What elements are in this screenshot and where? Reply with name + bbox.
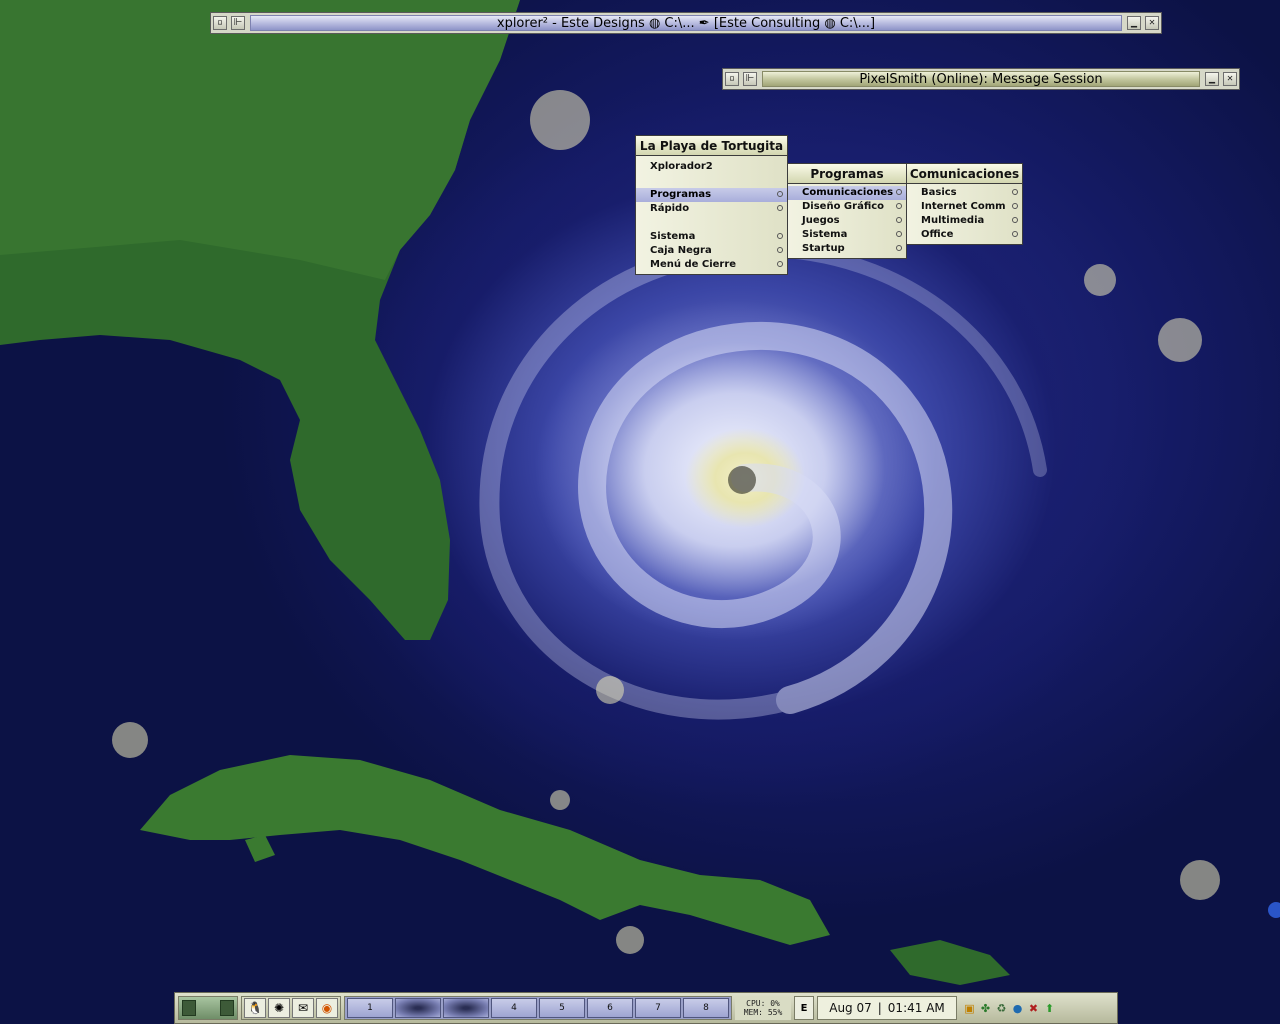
menu-item-label: Caja Negra [650, 245, 712, 256]
recycle-icon[interactable]: ♻ [994, 1000, 1009, 1016]
menu-item-caja-negra[interactable]: Caja Negra [636, 244, 787, 258]
desktop-8-button[interactable]: 8 [683, 998, 729, 1018]
desktop-7-button[interactable]: 7 [635, 998, 681, 1018]
menu-item-comunicaciones[interactable]: Comunicaciones [788, 186, 906, 200]
menu-item-basics[interactable]: Basics [907, 186, 1022, 200]
sun-icon[interactable]: ✺ [268, 998, 290, 1018]
menu-item-sistema[interactable]: Sistema [636, 230, 787, 244]
menu-item-label: Rápido [650, 203, 690, 214]
submenu-arrow-icon [896, 217, 902, 223]
clock-separator: | [877, 1001, 882, 1015]
window-menu-button[interactable]: ▫ [213, 16, 227, 30]
shade-button[interactable]: ⊩ [743, 72, 757, 86]
globe-icon[interactable]: ● [1010, 1000, 1025, 1016]
submenu-arrow-icon [896, 203, 902, 209]
window-title: xplorer² - Este Designs ◍ C:\... ✒ [Este… [250, 15, 1122, 31]
desktop-pager: 1 4 5 6 7 8 [344, 996, 732, 1020]
submenu-arrow-icon [896, 231, 902, 237]
desktop-4-button[interactable]: 4 [491, 998, 537, 1018]
menu-item-label: Comunicaciones [802, 187, 894, 198]
menu-item-label: Multimedia [921, 215, 985, 226]
programas-submenu: Programas Comunicaciones Diseño Gráfico … [787, 163, 907, 259]
menu-item-multimedia[interactable]: Multimedia [907, 214, 1022, 228]
cpu-readout: CPU: 0% [746, 999, 780, 1008]
clock-date: Aug 07 [829, 1001, 872, 1015]
mem-readout: MEM: 55% [743, 1008, 783, 1017]
minimize-button[interactable]: ▁ [1127, 16, 1141, 30]
menu-item-label: Sistema [802, 229, 848, 240]
submenu-arrow-icon [896, 245, 902, 251]
window-title: PixelSmith (Online): Message Session [762, 71, 1200, 87]
menu-item-diseno-grafico[interactable]: Diseño Gráfico [788, 200, 906, 214]
submenu-arrow-icon [896, 189, 902, 195]
desktop-3-button[interactable] [443, 998, 489, 1018]
network-icon[interactable]: ✤ [978, 1000, 993, 1016]
menu-item-label: Internet Comm [921, 201, 1006, 212]
submenu-arrow-icon [1012, 217, 1018, 223]
start-right-icon [220, 1000, 234, 1016]
menu-item-juegos[interactable]: Juegos [788, 214, 906, 228]
minimize-button[interactable]: ▁ [1205, 72, 1219, 86]
comunicaciones-submenu: Comunicaciones Basics Internet Comm Mult… [906, 163, 1023, 245]
comunicaciones-submenu-title: Comunicaciones [907, 164, 1022, 184]
menu-item-label: Programas [650, 189, 712, 200]
menu-item-office[interactable]: Office [907, 228, 1022, 242]
menu-item-rapido[interactable]: Rápido [636, 202, 787, 216]
window-menu-button[interactable]: ▫ [725, 72, 739, 86]
close-button[interactable]: ✕ [1223, 72, 1237, 86]
main-menu: La Playa de Tortugita Xplorador2 Program… [635, 135, 788, 275]
submenu-arrow-icon [777, 205, 783, 211]
menu-item-label: Juegos [802, 215, 840, 226]
shade-button[interactable]: ⊩ [231, 16, 245, 30]
penguin-icon[interactable]: 🐧 [244, 998, 266, 1018]
taskbar: 🐧 ✺ ✉ ◉ 1 4 5 6 7 8 CPU: 0% MEM: 55% E A… [174, 992, 1118, 1024]
menu-item-startup[interactable]: Startup [788, 242, 906, 256]
submenu-arrow-icon [777, 233, 783, 239]
submenu-arrow-icon [1012, 189, 1018, 195]
monitor-icon[interactable]: ▣ [962, 1000, 977, 1016]
programas-submenu-title: Programas [788, 164, 906, 184]
pixelsmith-window-titlebar[interactable]: ▫ ⊩ PixelSmith (Online): Message Session… [722, 68, 1240, 90]
menu-item-programas[interactable]: Programas [636, 188, 787, 202]
menu-item-label: Diseño Gráfico [802, 201, 885, 212]
thunderbird-icon[interactable]: ✉ [292, 998, 314, 1018]
desktop-5-button[interactable]: 5 [539, 998, 585, 1018]
close-button[interactable]: ✕ [1145, 16, 1159, 30]
menu-item-label: Menú de Cierre [650, 259, 737, 270]
xplorer-window-titlebar[interactable]: ▫ ⊩ xplorer² - Este Designs ◍ C:\... ✒ [… [210, 12, 1162, 34]
cpu-mem-monitor: CPU: 0% MEM: 55% [735, 996, 791, 1020]
menu-item-label: Sistema [650, 231, 696, 242]
start-button[interactable] [178, 996, 238, 1020]
main-menu-title: La Playa de Tortugita [636, 136, 787, 156]
system-tray: ▣ ✤ ♻ ● ✖ ⬆ [960, 996, 1059, 1020]
e-button[interactable]: E [794, 996, 814, 1020]
menu-item-xplorador2[interactable]: Xplorador2 [636, 160, 787, 174]
clock-time: 01:41 AM [887, 1001, 945, 1015]
menu-item-sistema[interactable]: Sistema [788, 228, 906, 242]
menu-item-label: Startup [802, 243, 845, 254]
globe-icon [1268, 902, 1280, 918]
desktop-1-button[interactable]: 1 [347, 998, 393, 1018]
menu-item-label: Basics [921, 187, 957, 198]
submenu-arrow-icon [777, 191, 783, 197]
desktop-6-button[interactable]: 6 [587, 998, 633, 1018]
start-left-icon [182, 1000, 196, 1016]
submenu-arrow-icon [1012, 231, 1018, 237]
menu-item-internet-comm[interactable]: Internet Comm [907, 200, 1022, 214]
submenu-arrow-icon [777, 261, 783, 267]
menu-item-label: Office [921, 229, 954, 240]
quick-launch: 🐧 ✺ ✉ ◉ [241, 996, 341, 1020]
volume-icon[interactable]: ✖ [1026, 1000, 1041, 1016]
submenu-arrow-icon [777, 247, 783, 253]
submenu-arrow-icon [1012, 203, 1018, 209]
firefox-icon[interactable]: ◉ [316, 998, 338, 1018]
desktop-2-button[interactable] [395, 998, 441, 1018]
clock[interactable]: Aug 07 | 01:41 AM [817, 996, 957, 1020]
menu-item-menu-de-cierre[interactable]: Menú de Cierre [636, 258, 787, 272]
update-icon[interactable]: ⬆ [1042, 1000, 1057, 1016]
